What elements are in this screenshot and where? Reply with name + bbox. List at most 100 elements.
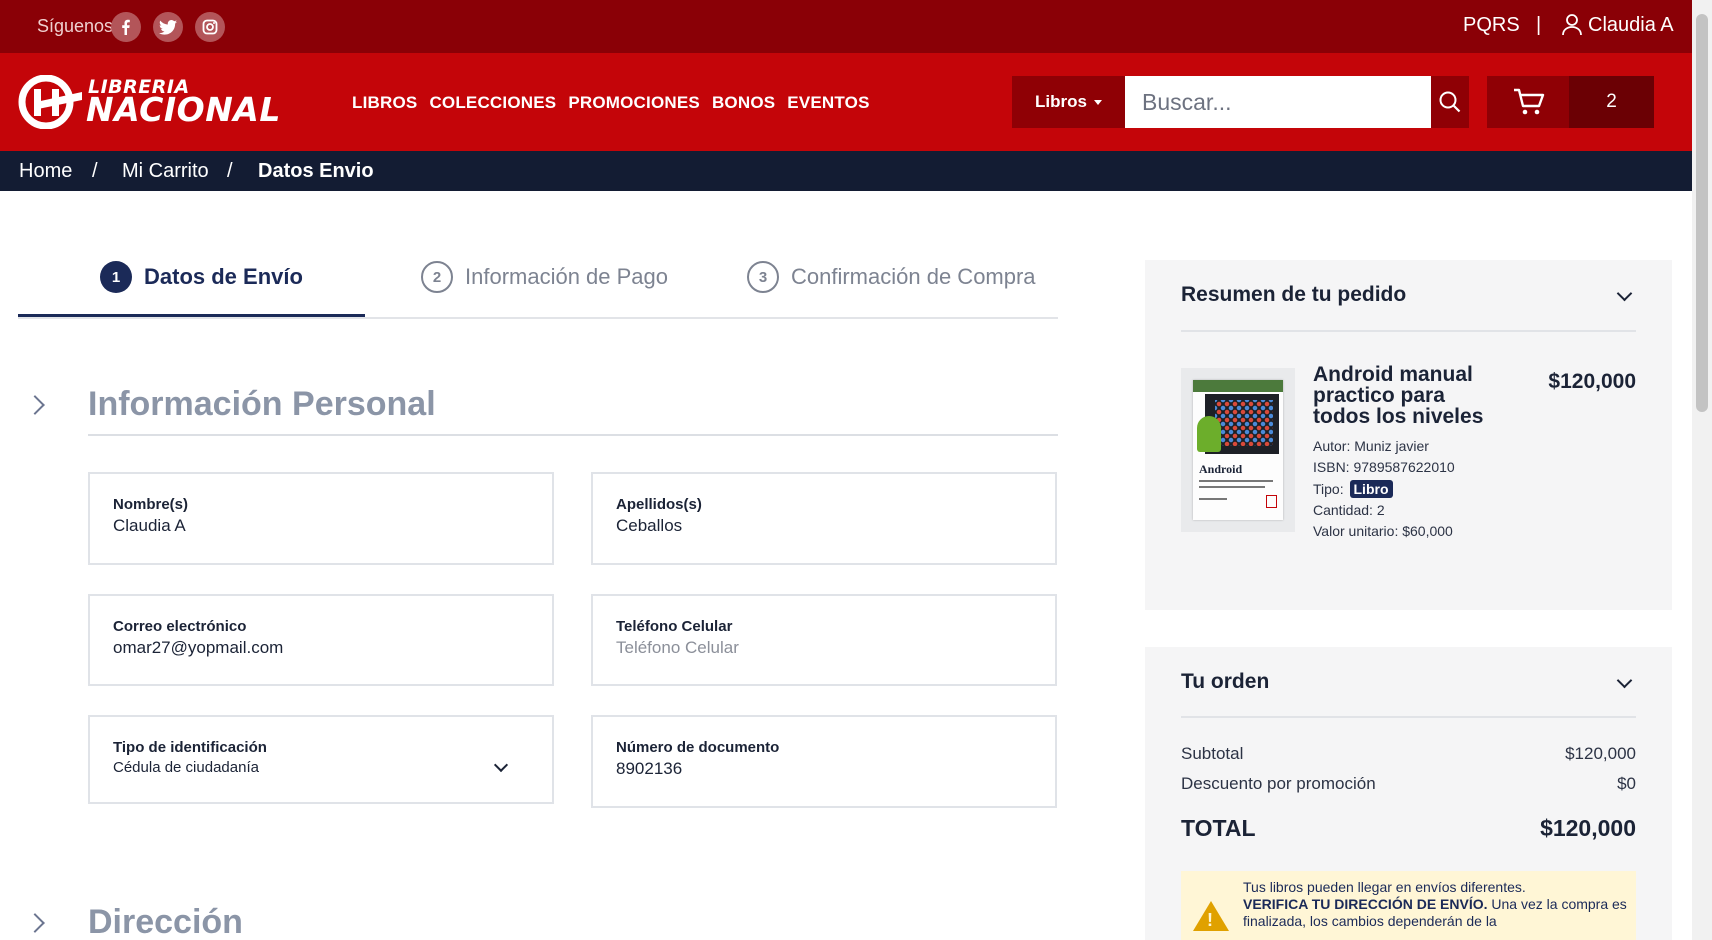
product-type: Tipo: Libro bbox=[1313, 480, 1393, 498]
product-price: $120,000 bbox=[1548, 370, 1636, 393]
id-type-select[interactable]: Tipo de identificación Cédula de ciudada… bbox=[88, 715, 554, 804]
document-number-field[interactable]: Número de documento bbox=[591, 715, 1057, 808]
logo[interactable]: LIBRERIA NACIONAL bbox=[16, 73, 280, 131]
search-category-value: Libros bbox=[1035, 92, 1087, 111]
search-input[interactable] bbox=[1125, 76, 1431, 128]
document-number-input[interactable] bbox=[616, 759, 1016, 779]
field-label: Apellidos(s) bbox=[616, 496, 702, 513]
section-title-address: Dirección bbox=[88, 903, 243, 940]
search-category-select[interactable]: Libros bbox=[1012, 76, 1125, 128]
section-title-personal: Información Personal bbox=[88, 385, 436, 423]
field-label: Nombre(s) bbox=[113, 496, 189, 513]
product-quantity: Cantidad: 2 bbox=[1313, 502, 1385, 518]
order-totals-panel: Tu orden Subtotal $120,000 Descuento por… bbox=[1145, 647, 1672, 940]
step-number: 2 bbox=[421, 261, 453, 293]
nav-item-eventos[interactable]: EVENTOS bbox=[787, 93, 869, 113]
checkout-steps: 1 Datos de Envío 2 Información de Pago 3… bbox=[18, 247, 1058, 319]
chevron-down-icon[interactable] bbox=[1616, 285, 1633, 302]
step-shipping[interactable]: 1 Datos de Envío bbox=[100, 261, 303, 293]
topbar-separator: | bbox=[1536, 14, 1542, 36]
pqrs-link[interactable]: PQRS bbox=[1463, 14, 1520, 37]
summary-title: Resumen de tu pedido bbox=[1181, 283, 1407, 306]
user-icon[interactable] bbox=[1562, 14, 1582, 36]
panel-divider bbox=[1181, 330, 1636, 332]
total-row: TOTAL $120,000 bbox=[1181, 815, 1636, 842]
cart-count-badge: 2 bbox=[1569, 76, 1654, 128]
id-type-value: Cédula de ciudadanía bbox=[113, 759, 259, 776]
discount-value: $0 bbox=[1617, 774, 1636, 793]
phone-input[interactable] bbox=[616, 638, 1016, 658]
last-name-field[interactable]: Apellidos(s) bbox=[591, 472, 1057, 565]
total-label: TOTAL bbox=[1181, 815, 1256, 841]
email-field[interactable]: Correo electrónico bbox=[88, 594, 554, 686]
discount-row: Descuento por promoción $0 bbox=[1181, 774, 1636, 794]
breadcrumb-separator: / bbox=[227, 160, 233, 182]
breadcrumb-home[interactable]: Home bbox=[19, 160, 72, 183]
page-scrollbar[interactable] bbox=[1692, 0, 1712, 940]
step-number: 1 bbox=[100, 261, 132, 293]
first-name-field[interactable]: Nombre(s) bbox=[88, 472, 554, 565]
step-label: Datos de Envío bbox=[144, 264, 303, 289]
product-isbn: ISBN: 9789587622010 bbox=[1313, 459, 1455, 475]
main-nav: LIBROS COLECCIONES PROMOCIONES BONOS EVE… bbox=[352, 93, 870, 113]
instagram-icon[interactable] bbox=[195, 12, 225, 42]
publisher-logo-icon bbox=[1266, 495, 1277, 508]
field-label: Teléfono Celular bbox=[616, 618, 733, 635]
user-account-link[interactable]: Claudia A bbox=[1588, 14, 1674, 37]
top-bar: Síguenos PQRS | Claudia A bbox=[0, 0, 1692, 53]
search-button[interactable] bbox=[1431, 76, 1469, 128]
facebook-icon[interactable] bbox=[111, 12, 141, 42]
step-confirmation[interactable]: 3 Confirmación de Compra bbox=[747, 261, 1036, 293]
main-header: LIBRERIA NACIONAL LIBROS COLECCIONES PRO… bbox=[0, 53, 1692, 151]
active-step-indicator bbox=[18, 314, 365, 317]
search-icon bbox=[1439, 91, 1461, 113]
twitter-icon[interactable] bbox=[153, 12, 183, 42]
subtotal-label: Subtotal bbox=[1181, 744, 1244, 763]
product-title[interactable]: Android manual practico para todos los n… bbox=[1313, 364, 1493, 427]
breadcrumb-current: Datos Envio bbox=[258, 160, 374, 182]
cart-button[interactable]: 2 bbox=[1487, 76, 1654, 128]
breadcrumb-separator: / bbox=[92, 160, 98, 182]
phone-field[interactable]: Teléfono Celular bbox=[591, 594, 1057, 686]
section-divider bbox=[88, 434, 1058, 436]
book-cover-image[interactable]: Android bbox=[1181, 368, 1295, 532]
chevron-right-icon[interactable] bbox=[25, 913, 45, 933]
panel-divider bbox=[1181, 716, 1636, 718]
order-title: Tu orden bbox=[1181, 670, 1270, 693]
field-label: Tipo de identificación bbox=[113, 739, 267, 756]
field-label: Correo electrónico bbox=[113, 618, 247, 635]
breadcrumb: Home / Mi Carrito / Datos Envio bbox=[0, 151, 1692, 191]
chevron-down-icon[interactable] bbox=[1616, 672, 1633, 689]
breadcrumb-cart[interactable]: Mi Carrito bbox=[122, 160, 209, 183]
product-unit-value: Valor unitario: $60,000 bbox=[1313, 523, 1453, 539]
chevron-down-icon bbox=[493, 757, 509, 773]
product-type-label: Tipo: bbox=[1313, 481, 1344, 497]
android-robot-icon bbox=[1197, 416, 1221, 452]
nav-item-libros[interactable]: LIBROS bbox=[352, 93, 417, 113]
chevron-right-icon[interactable] bbox=[25, 395, 45, 415]
step-label: Información de Pago bbox=[465, 264, 669, 289]
nav-item-promociones[interactable]: PROMOCIONES bbox=[568, 93, 700, 113]
logo-text-main: NACIONAL bbox=[86, 90, 281, 129]
subtotal-value: $120,000 bbox=[1565, 744, 1636, 763]
email-input[interactable] bbox=[113, 638, 513, 658]
step-payment[interactable]: 2 Información de Pago bbox=[421, 261, 668, 293]
product-type-badge: Libro bbox=[1349, 480, 1393, 498]
step-number: 3 bbox=[747, 261, 779, 293]
book-cover-title: Android bbox=[1199, 462, 1243, 476]
last-name-input[interactable] bbox=[616, 516, 1016, 536]
nav-item-colecciones[interactable]: COLECCIONES bbox=[429, 93, 556, 113]
step-label: Confirmación de Compra bbox=[791, 264, 1036, 289]
discount-label: Descuento por promoción bbox=[1181, 774, 1376, 793]
cart-icon bbox=[1513, 88, 1545, 121]
field-label: Número de documento bbox=[616, 739, 780, 756]
total-value: $120,000 bbox=[1540, 815, 1636, 841]
notice-line-1: Tus libros pueden llegar en envíos difer… bbox=[1243, 879, 1526, 895]
first-name-input[interactable] bbox=[113, 516, 513, 536]
follow-us-label: Síguenos bbox=[37, 16, 114, 36]
caret-down-icon bbox=[1093, 99, 1102, 105]
notice-bold: VERIFICA TU DIRECCIÓN DE ENVÍO. bbox=[1243, 896, 1488, 912]
scrollbar-thumb[interactable] bbox=[1696, 14, 1708, 412]
nav-item-bonos[interactable]: BONOS bbox=[712, 93, 775, 113]
shipping-notice: ! Tus libros pueden llegar en envíos dif… bbox=[1181, 871, 1636, 940]
